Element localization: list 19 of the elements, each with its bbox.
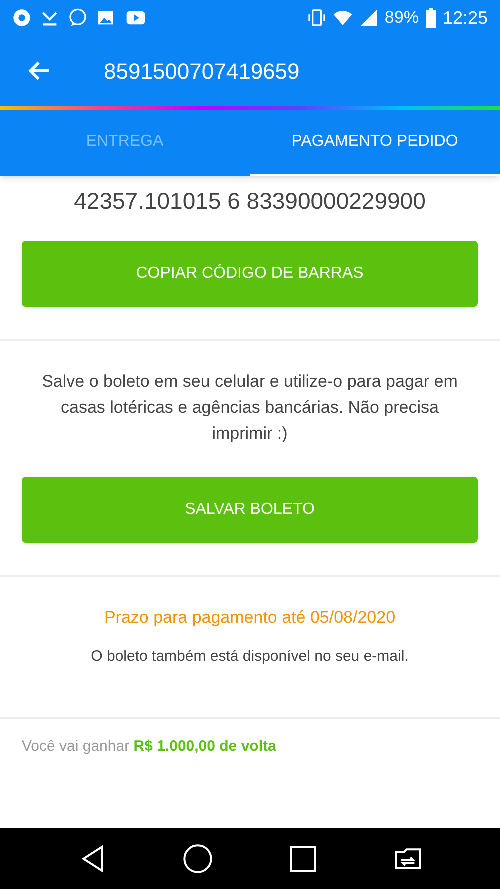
home-nav-button[interactable] (182, 842, 214, 874)
tab[interactable]: PAGAMENTO PEDIDO (250, 110, 500, 176)
signal-icon (358, 8, 379, 28)
payment-deadline: Prazo para pagamento até 05/08/2020 (104, 606, 396, 628)
chat-icon (68, 8, 88, 28)
barcode-number: 42357.101015 6 83390000229900 (74, 187, 426, 216)
browser-icon (12, 8, 32, 28)
vibrate-icon (306, 8, 327, 28)
email-note: O boleto também está disponível no seu e-mail. (91, 647, 409, 667)
battery-icon (424, 8, 437, 28)
tab[interactable]: ENTREGA (0, 110, 250, 176)
order-number: 8591500707419659 (104, 58, 300, 86)
wifi-icon (332, 8, 353, 28)
battery-level: 89% (384, 7, 419, 30)
save-instructions: Salve o boleto em seu celular e utilize-o para pagar em casas lotéricas e agências bancárias. Não precisa imprimir :) (41, 370, 459, 444)
copy-barcode-button[interactable]: COPIAR CÓDIGO DE BARRAS (22, 240, 478, 306)
clock: 12:25 (442, 6, 488, 30)
cashback-text: Você vai ganhar R$ 1.000,00 de volta (22, 738, 276, 754)
save-boleto-button[interactable]: SALVAR BOLETO (22, 476, 478, 542)
